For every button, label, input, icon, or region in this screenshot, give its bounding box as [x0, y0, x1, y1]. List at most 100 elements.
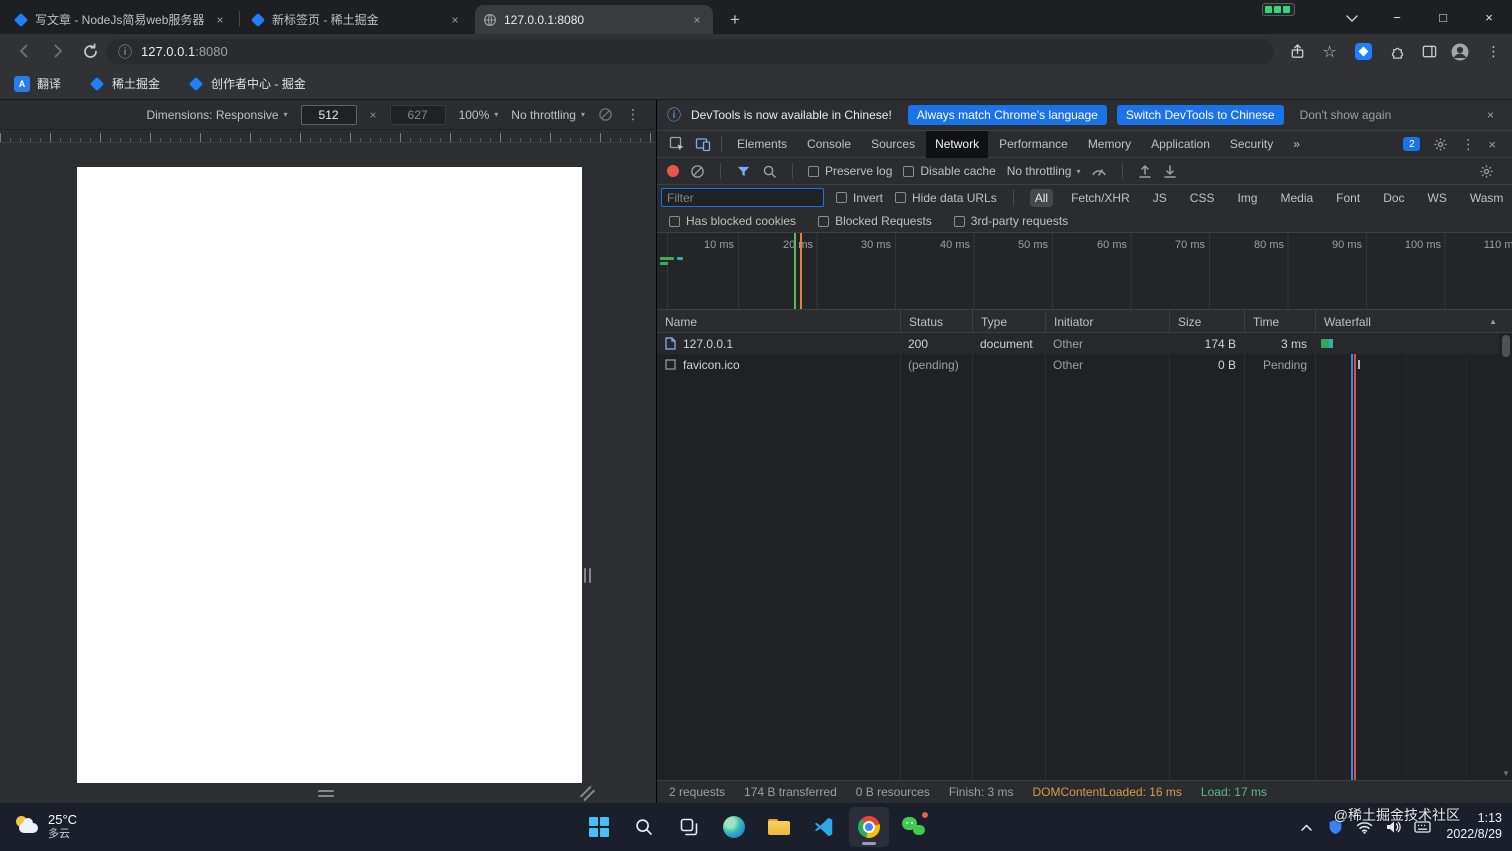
tray-chevron-up-icon[interactable] [1297, 818, 1315, 836]
tab-security[interactable]: Security [1221, 131, 1282, 158]
invert-checkbox[interactable]: Invert [836, 191, 883, 205]
switch-chinese-button[interactable]: Switch DevTools to Chinese [1116, 105, 1284, 125]
bookmark-star-icon[interactable]: ☆ [1316, 38, 1343, 65]
viewport-bottom-resize-handle[interactable] [318, 790, 334, 797]
filter-input[interactable] [661, 188, 824, 207]
column-header-name[interactable]: Name [657, 310, 900, 333]
volume-icon[interactable] [1384, 818, 1402, 836]
more-tabs-chevron[interactable]: » [1284, 131, 1309, 158]
file-explorer-button[interactable] [759, 807, 799, 847]
rotate-disabled-icon[interactable] [598, 107, 613, 122]
bookmark-translate[interactable]: A 翻译 [14, 75, 61, 92]
column-header-type[interactable]: Type [972, 310, 1045, 333]
side-panel-icon[interactable] [1416, 38, 1443, 65]
tab-close-icon[interactable]: × [689, 12, 705, 28]
network-settings-gear-icon[interactable] [1479, 164, 1494, 179]
inspect-element-icon[interactable] [665, 133, 689, 155]
filter-chip-xhr[interactable]: Fetch/XHR [1066, 189, 1135, 207]
tab-application[interactable]: Application [1142, 131, 1219, 158]
filter-chip-img[interactable]: Img [1232, 189, 1262, 207]
tab-close-icon[interactable]: × [447, 12, 463, 28]
scrollbar-thumb[interactable] [1502, 335, 1510, 357]
column-header-time[interactable]: Time [1244, 310, 1315, 333]
devtools-menu-kebab-icon[interactable]: ⋮ [1461, 136, 1475, 153]
has-blocked-cookies-checkbox[interactable]: Has blocked cookies [669, 214, 796, 228]
network-throttling-select[interactable]: No throttling ▾ [1007, 164, 1081, 178]
hide-data-urls-checkbox[interactable]: Hide data URLs [895, 191, 997, 205]
disable-cache-checkbox[interactable]: Disable cache [903, 164, 996, 178]
dimensions-select[interactable]: Dimensions: Responsive ▾ [146, 108, 287, 122]
device-menu-kebab-icon[interactable]: ⋮ [626, 106, 640, 123]
messages-badge[interactable]: 2 [1403, 137, 1421, 151]
ime-keyboard-icon[interactable] [1413, 818, 1431, 836]
filter-chip-doc[interactable]: Doc [1378, 189, 1409, 207]
preserve-log-checkbox[interactable]: Preserve log [808, 164, 892, 178]
device-toolbar-toggle-icon[interactable] [691, 133, 715, 155]
wechat-button[interactable] [894, 807, 934, 847]
chrome-button[interactable] [848, 807, 889, 847]
tab-search-chevron-icon[interactable] [1338, 7, 1366, 29]
tab-elements[interactable]: Elements [728, 131, 796, 158]
blocked-requests-checkbox[interactable]: Blocked Requests [818, 214, 932, 228]
filter-chip-js[interactable]: JS [1148, 189, 1172, 207]
browser-tab-active[interactable]: 127.0.0.1:8080 × [475, 5, 713, 34]
export-har-icon[interactable] [1163, 164, 1177, 179]
browser-tab-1[interactable]: 写文章 - NodeJs简易web服务器 × [6, 5, 236, 34]
bookmark-creator-center[interactable]: 创作者中心 - 掘金 [188, 75, 306, 92]
bookmark-juejin[interactable]: 稀土掘金 [89, 75, 160, 92]
site-info-icon[interactable]: ⓘ [118, 42, 132, 62]
address-bar[interactable]: ⓘ 127.0.0.1:8080 [106, 39, 1274, 64]
viewport-right-resize-handle[interactable] [584, 568, 591, 583]
start-button[interactable] [579, 807, 619, 847]
devtools-close-icon[interactable]: × [1488, 137, 1496, 152]
share-icon[interactable] [1284, 38, 1311, 65]
back-button[interactable] [10, 37, 38, 65]
reload-button[interactable] [76, 37, 104, 65]
devtools-scrollbar[interactable]: ▼ [1499, 333, 1512, 780]
profile-avatar[interactable] [1446, 38, 1473, 65]
security-shield-icon[interactable] [1326, 818, 1344, 836]
new-tab-button[interactable]: + [722, 7, 748, 33]
tab-memory[interactable]: Memory [1079, 131, 1140, 158]
filter-chip-ws[interactable]: WS [1423, 189, 1452, 207]
filter-chip-font[interactable]: Font [1331, 189, 1365, 207]
scrollbar-down-icon[interactable]: ▼ [1499, 769, 1512, 778]
record-network-log-button[interactable] [667, 165, 679, 177]
network-conditions-icon[interactable] [1091, 164, 1107, 178]
tab-sources[interactable]: Sources [862, 131, 924, 158]
request-row-127001[interactable]: 127.0.0.1 200 document Other 174 B 3 ms [657, 333, 1499, 354]
viewport-height-input[interactable] [389, 104, 446, 125]
wifi-icon[interactable] [1355, 818, 1373, 836]
tab-close-icon[interactable]: × [212, 12, 228, 28]
tab-network[interactable]: Network [926, 130, 989, 158]
tab-performance[interactable]: Performance [990, 131, 1077, 158]
task-view-button[interactable] [669, 807, 709, 847]
window-maximize-button[interactable]: □ [1420, 0, 1466, 34]
taskbar-clock[interactable]: 1:13 2022/8/29 [1446, 811, 1502, 842]
browser-menu-kebab-icon[interactable]: ⋮ [1480, 38, 1507, 65]
filter-chip-media[interactable]: Media [1275, 189, 1318, 207]
settings-gear-icon[interactable] [1433, 137, 1448, 152]
network-overview-timeline[interactable]: 10 ms 20 ms 30 ms 40 ms 50 ms 60 ms 70 m… [657, 233, 1512, 310]
clear-network-log-icon[interactable] [690, 164, 705, 179]
juejin-extension-icon[interactable] [1350, 38, 1377, 65]
import-har-icon[interactable] [1138, 164, 1152, 179]
column-header-initiator[interactable]: Initiator [1045, 310, 1169, 333]
edge-button[interactable] [714, 807, 754, 847]
search-button[interactable] [624, 807, 664, 847]
filter-chip-css[interactable]: CSS [1185, 189, 1220, 207]
filter-toggle-icon[interactable] [736, 164, 751, 179]
third-party-requests-checkbox[interactable]: 3rd-party requests [953, 214, 1068, 228]
infobar-close-icon[interactable]: × [1487, 108, 1494, 122]
filter-chip-all[interactable]: All [1029, 188, 1054, 207]
dont-show-again-button[interactable]: Don't show again [1294, 108, 1398, 122]
column-header-waterfall[interactable]: Waterfall ▲ [1315, 310, 1512, 333]
forward-button[interactable] [44, 37, 72, 65]
vscode-button[interactable] [804, 807, 844, 847]
request-row-favicon[interactable]: favicon.ico (pending) Other 0 B Pending [657, 354, 1499, 375]
emulated-page-viewport[interactable] [77, 167, 582, 783]
viewport-corner-resize-handle[interactable] [579, 785, 596, 802]
match-language-button[interactable]: Always match Chrome's language [907, 105, 1107, 125]
column-header-status[interactable]: Status [900, 310, 972, 333]
browser-tab-2[interactable]: 新标签页 - 稀土掘金 × [243, 5, 471, 34]
